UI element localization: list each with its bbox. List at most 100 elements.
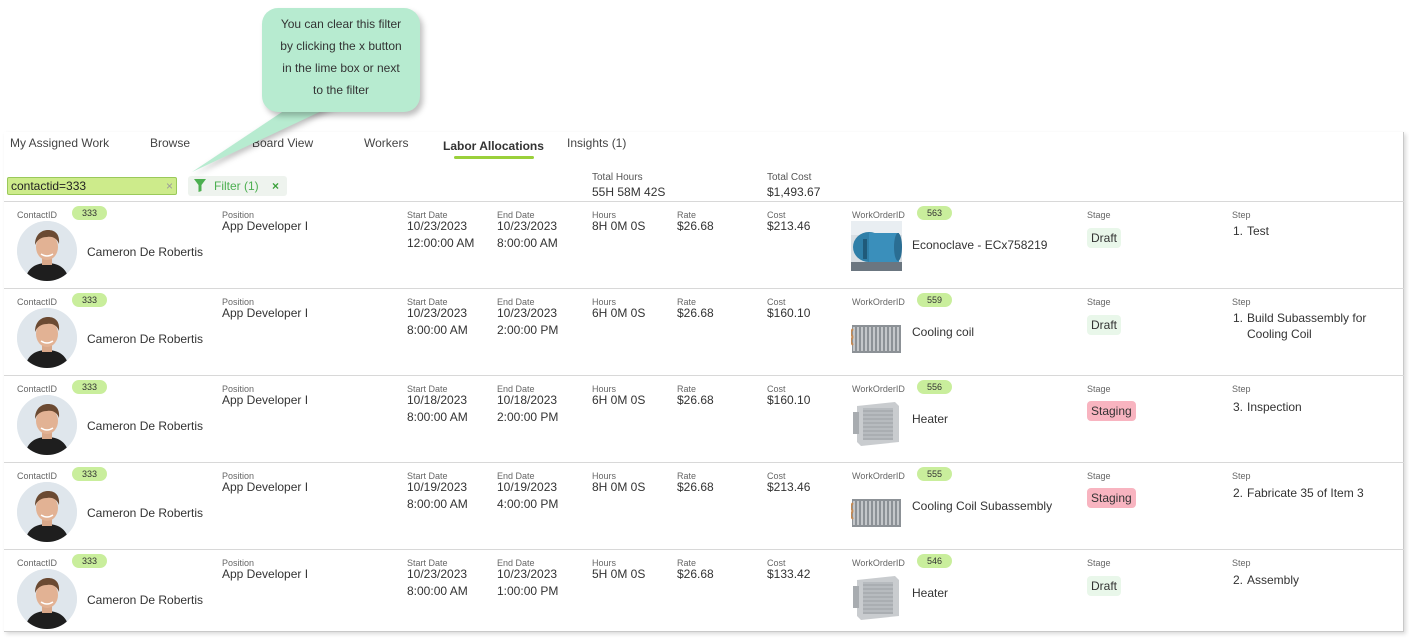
- total-hours-value: 55H 58M 42S: [592, 185, 666, 199]
- avatar: [17, 221, 77, 281]
- cost-value: $213.46: [767, 219, 811, 233]
- hours-value: 6H 0M 0S: [592, 306, 646, 320]
- end-time-value: 2:00:00 PM: [497, 410, 559, 424]
- step-label: Step: [1232, 558, 1251, 568]
- end-time-value: 4:00:00 PM: [497, 497, 559, 511]
- work-order-thumbnail[interactable]: [851, 221, 902, 271]
- hours-value: 8H 0M 0S: [592, 480, 646, 494]
- callout-line-3: in the lime box or next: [282, 61, 400, 75]
- work-order-thumbnail[interactable]: [851, 398, 902, 448]
- active-tab-indicator: [454, 156, 534, 159]
- work-order-name[interactable]: Econoclave - ECx758219: [912, 238, 1047, 252]
- contact-id-badge: 333: [72, 206, 108, 220]
- avatar-portrait-icon: [17, 482, 77, 542]
- step-number: 1.: [1233, 224, 1244, 238]
- contact-id-badge: 333: [72, 380, 108, 394]
- rate-value: $26.68: [677, 219, 714, 233]
- allocation-row[interactable]: ContactID 333 Cameron De Robertis Positi…: [4, 462, 1404, 549]
- work-order-id-badge: 563: [917, 206, 953, 220]
- rate-value: $26.68: [677, 480, 714, 494]
- step-number: 2.: [1233, 573, 1244, 587]
- position-value: App Developer I: [222, 393, 309, 407]
- hours-value: 8H 0M 0S: [592, 219, 646, 233]
- end-date-value: 10/19/2023: [497, 480, 558, 494]
- start-time-value: 8:00:00 AM: [407, 323, 468, 337]
- allocation-list: ContactID 333 Cameron De Robertis Positi…: [4, 201, 1404, 636]
- allocation-row[interactable]: ContactID 333 Cameron De Robertis Positi…: [4, 288, 1404, 375]
- step-label: Step: [1232, 210, 1251, 220]
- stage-badge: Draft: [1087, 315, 1122, 335]
- contact-id-badge: 333: [72, 467, 108, 481]
- stage-badge: Draft: [1087, 576, 1122, 596]
- contact-name[interactable]: Cameron De Robertis: [87, 245, 203, 259]
- work-order-id-label: WorkOrderID: [852, 471, 905, 481]
- step-label: Step: [1232, 297, 1251, 307]
- start-date-value: 10/23/2023: [407, 567, 468, 581]
- work-order-name[interactable]: Cooling Coil Subassembly: [912, 499, 1052, 513]
- autoclave-image-icon: [851, 221, 902, 271]
- rate-value: $26.68: [677, 306, 714, 320]
- tab-insights[interactable]: Insights (1): [567, 136, 626, 150]
- start-date-value: 10/23/2023: [407, 306, 468, 320]
- contact-id-label: ContactID: [17, 210, 58, 220]
- start-time-value: 8:00:00 AM: [407, 410, 468, 424]
- avatar: [17, 569, 77, 629]
- position-value: App Developer I: [222, 567, 309, 581]
- work-order-name[interactable]: Cooling coil: [912, 325, 974, 339]
- contact-name[interactable]: Cameron De Robertis: [87, 419, 203, 433]
- work-order-id-label: WorkOrderID: [852, 558, 905, 568]
- callout-line-4: to the filter: [312, 83, 370, 97]
- contact-name[interactable]: Cameron De Robertis: [87, 332, 203, 346]
- work-order-thumbnail[interactable]: [851, 572, 902, 622]
- work-order-id-badge: 555: [917, 467, 953, 481]
- work-order-id-label: WorkOrderID: [852, 297, 905, 307]
- start-date-value: 10/19/2023: [407, 480, 468, 494]
- total-cost-value: $1,493.67: [767, 185, 821, 199]
- work-order-name[interactable]: Heater: [912, 586, 948, 600]
- avatar-portrait-icon: [17, 308, 77, 368]
- avatar: [17, 308, 77, 368]
- avatar-portrait-icon: [17, 221, 77, 281]
- contact-id-badge: 333: [72, 554, 108, 568]
- work-order-id-badge: 556: [917, 380, 953, 394]
- avatar-portrait-icon: [17, 569, 77, 629]
- step-label: Step: [1232, 471, 1251, 481]
- contact-id-label: ContactID: [17, 558, 58, 568]
- work-order-id-label: WorkOrderID: [852, 210, 905, 220]
- work-order-thumbnail[interactable]: [850, 489, 902, 539]
- position-value: App Developer I: [222, 306, 309, 320]
- contact-name[interactable]: Cameron De Robertis: [87, 593, 203, 607]
- tab-labor-allocations[interactable]: Labor Allocations: [443, 139, 544, 153]
- step-number: 2.: [1233, 486, 1244, 500]
- contact-name[interactable]: Cameron De Robertis: [87, 506, 203, 520]
- help-callout: You can clear this filter by clicking th…: [262, 8, 420, 112]
- allocation-row[interactable]: ContactID 333 Cameron De Robertis Positi…: [4, 549, 1404, 636]
- stage-badge: Staging: [1087, 488, 1136, 508]
- step-number: 1.: [1233, 311, 1244, 325]
- allocation-row[interactable]: ContactID 333 Cameron De Robertis Positi…: [4, 201, 1404, 288]
- stage-badge: Staging: [1087, 401, 1136, 421]
- contact-id-label: ContactID: [17, 384, 58, 394]
- end-time-value: 2:00:00 PM: [497, 323, 559, 337]
- contact-id-label: ContactID: [17, 471, 58, 481]
- work-order-id-badge: 546: [917, 554, 953, 568]
- end-time-value: 1:00:00 PM: [497, 584, 559, 598]
- allocation-row[interactable]: ContactID 333 Cameron De Robertis Positi…: [4, 375, 1404, 462]
- stage-badge: Draft: [1087, 228, 1122, 248]
- start-date-value: 10/23/2023: [407, 219, 468, 233]
- stage-label: Stage: [1087, 297, 1111, 307]
- rate-value: $26.68: [677, 393, 714, 407]
- work-order-thumbnail[interactable]: [850, 315, 902, 365]
- hours-value: 5H 0M 0S: [592, 567, 646, 581]
- work-order-id-label: WorkOrderID: [852, 384, 905, 394]
- step-text: Build Subassembly for Cooling Coil: [1247, 311, 1367, 341]
- rate-value: $26.68: [677, 567, 714, 581]
- step-text: Test: [1247, 224, 1270, 238]
- contact-id-badge: 333: [72, 293, 108, 307]
- end-time-value: 8:00:00 AM: [497, 236, 558, 250]
- position-value: App Developer I: [222, 219, 309, 233]
- work-order-name[interactable]: Heater: [912, 412, 948, 426]
- start-date-value: 10/18/2023: [407, 393, 468, 407]
- end-date-value: 10/18/2023: [497, 393, 558, 407]
- total-hours-label: Total Hours: [592, 172, 643, 183]
